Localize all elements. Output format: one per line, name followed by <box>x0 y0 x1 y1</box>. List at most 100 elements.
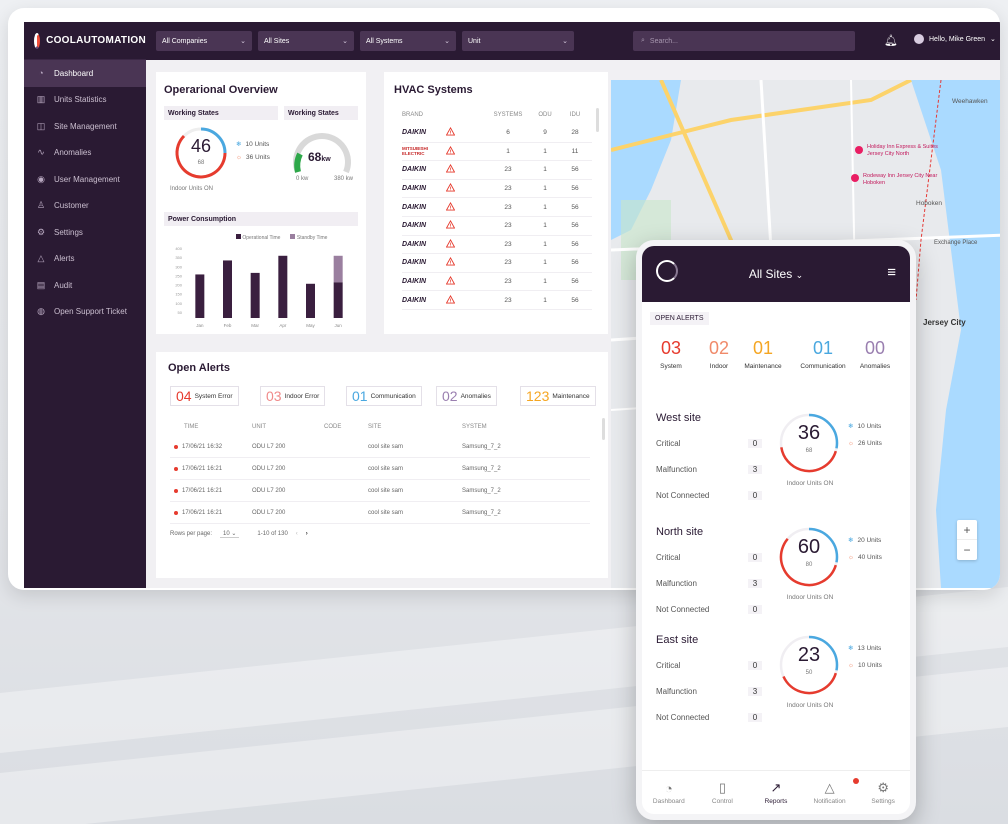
alert-site: cool site sam <box>368 465 404 472</box>
menu-icon[interactable]: ≡ <box>887 264 896 281</box>
row-label: Critical <box>656 552 681 562</box>
sidebar-item-user-management[interactable]: ◉ User Management <box>24 166 146 193</box>
tab-settings[interactable]: ⚙ Settings <box>858 780 908 805</box>
alert-chip[interactable]: 01 Communication <box>346 386 422 406</box>
notifications-bell-icon[interactable]: 🔔︎ <box>884 34 898 47</box>
table-row[interactable]: DAIKIN 23 1 56 <box>402 217 592 236</box>
critical-row: Critical 0 <box>656 434 766 452</box>
mobile-alert-count[interactable]: 02 Indoor <box>696 338 742 370</box>
warning-icon[interactable] <box>446 276 486 287</box>
table-row[interactable]: DAIKIN 23 1 56 <box>402 273 592 292</box>
prev-page-icon[interactable]: ‹ <box>296 531 298 537</box>
table-row[interactable]: DAIKIN 23 1 56 <box>402 254 592 273</box>
tab-dashboard[interactable]: ◔ Dashboard <box>644 781 694 805</box>
mobile-tab-bar: ◔ Dashboard ▯ Control ↗ Reports △ Notificati… <box>642 770 910 814</box>
sites-dropdown[interactable]: All Sites ⌄ <box>258 31 354 51</box>
bar-operational[interactable] <box>250 272 260 318</box>
bar-operational[interactable] <box>306 283 315 318</box>
mobile-alert-count[interactable]: 01 Maintenance <box>740 338 786 370</box>
table-row[interactable]: DAIKIN 23 1 56 <box>402 198 592 217</box>
warning-icon[interactable] <box>446 220 486 231</box>
warning-icon[interactable] <box>446 238 486 250</box>
site-selector[interactable]: All Sites ⌄ <box>642 267 910 281</box>
y-tick-label: 100 <box>175 301 182 306</box>
table-row[interactable]: MITSUBISHI ELECTRIC 1 1 11 <box>402 143 592 162</box>
zoom-out-button[interactable]: − <box>957 540 977 560</box>
table-row[interactable]: DAIKIN 23 1 56 <box>402 291 592 310</box>
bar-operational[interactable] <box>278 255 288 318</box>
rows-per-page-select[interactable]: 10 ⌄ <box>220 530 240 538</box>
bar-operational[interactable] <box>223 260 232 318</box>
scrollbar[interactable] <box>602 418 605 440</box>
alert-time: 17/06/21 16:32 <box>182 443 223 450</box>
tab-control[interactable]: ▯ Control <box>697 780 747 805</box>
search-input[interactable]: ⌕ Search... <box>633 31 855 51</box>
gauge-caption: Indoor Units ON <box>786 480 834 487</box>
warning-icon[interactable] <box>446 127 486 138</box>
zoom-in-button[interactable]: + <box>957 520 977 540</box>
site-card[interactable]: West site Critical 0 Malfunction 3 Not Connec… <box>648 408 904 508</box>
alert-chip[interactable]: 03 Indoor Error <box>260 386 326 406</box>
alert-chip[interactable]: 04 System Error <box>170 386 239 406</box>
systems-count: 23 <box>504 296 512 304</box>
sidebar-item-audit[interactable]: ▤ Audit <box>24 272 146 299</box>
dropdown-value: All Systems <box>366 37 403 45</box>
table-row[interactable]: 17/06/21 16:21 ODU L7 200 cool site sam Sam… <box>170 458 590 480</box>
warning-icon[interactable] <box>446 257 486 268</box>
snowflake-icon: ❄ <box>848 423 854 430</box>
site-card[interactable]: East site Critical 0 Malfunction 3 Not Connec… <box>648 630 904 730</box>
warning-icon[interactable] <box>446 201 486 213</box>
next-page-icon[interactable]: › <box>306 531 308 537</box>
warning-icon[interactable] <box>446 294 486 306</box>
sidebar-item-customer[interactable]: ♙ Customer <box>24 193 146 220</box>
table-row[interactable]: 17/06/21 16:21 ODU L7 200 cool site sam Sam… <box>170 480 590 502</box>
alert-site: cool site sam <box>368 443 404 450</box>
sidebar-item-settings[interactable]: ⚙ Settings <box>24 219 146 246</box>
table-row[interactable]: 17/06/21 16:32 ODU L7 200 cool site sam Sam… <box>170 436 590 458</box>
sidebar-item-label: User Management <box>54 174 120 184</box>
table-row[interactable]: DAIKIN 23 1 56 <box>402 236 592 255</box>
tab-notification[interactable]: △ Notification <box>805 778 859 805</box>
table-row[interactable]: DAIKIN 23 1 56 <box>402 180 592 199</box>
table-row[interactable]: 17/06/21 16:21 ODU L7 200 cool site sam Sam… <box>170 502 590 524</box>
systems-count: 23 <box>504 222 512 230</box>
user-menu[interactable]: Hello, Mike Green ⌄ <box>914 34 996 44</box>
table-row[interactable]: DAIKIN 23 1 56 <box>402 161 592 180</box>
bar-operational[interactable] <box>333 282 343 318</box>
odu-count: 1 <box>543 278 547 286</box>
systems-dropdown[interactable]: All Systems ⌄ <box>360 31 456 51</box>
scrollbar[interactable] <box>596 108 599 132</box>
companies-dropdown[interactable]: All Companies ⌄ <box>156 31 252 51</box>
bar-standby[interactable] <box>333 255 343 283</box>
tab-reports[interactable]: ↗ Reports <box>751 780 801 805</box>
odu-count: 1 <box>543 185 547 193</box>
sidebar-item-site-management[interactable]: ◫ Site Management <box>24 113 146 140</box>
sidebar-item-alerts[interactable]: △ Alerts <box>24 246 146 273</box>
mobile-alert-count[interactable]: 03 System <box>648 338 694 370</box>
card-title: Operarional Overview <box>164 84 278 96</box>
notification-badge <box>852 778 859 784</box>
site-card[interactable]: North site Critical 0 Malfunction 3 Not Conne… <box>648 522 904 622</box>
sidebar-item-units-statistics[interactable]: ▥ Units Statistics <box>24 87 146 114</box>
sidebar-item-dashboard[interactable]: ◔ Dashboard <box>24 60 146 87</box>
malfunction-row: Malfunction 3 <box>656 682 766 700</box>
alert-chip[interactable]: 02 Anomalies <box>436 386 497 406</box>
mobile-alert-count[interactable]: 01 Communication <box>794 338 852 370</box>
brand-logo[interactable]: COOLAUTOMATION <box>24 22 146 60</box>
y-tick-label: 200 <box>175 283 182 288</box>
sidebar-item-open-support-ticket[interactable]: ◍ Open Support Ticket <box>24 299 146 326</box>
alert-chip[interactable]: 123 Maintenance <box>520 386 596 406</box>
bar-operational[interactable] <box>195 274 205 318</box>
unit-dropdown[interactable]: Unit ⌄ <box>462 31 574 51</box>
warning-icon[interactable] <box>446 145 486 157</box>
warning-icon[interactable] <box>446 164 486 175</box>
table-row[interactable]: DAIKIN 6 9 28 <box>402 124 592 143</box>
warning-icon[interactable] <box>446 183 486 194</box>
critical-count: 0 <box>748 660 762 670</box>
sidebar-item-anomalies[interactable]: ∿ Anomalies <box>24 140 146 167</box>
chart-legend: Operational Time Standby Time <box>236 234 327 241</box>
tab-label: Notification <box>813 798 846 805</box>
count-value: 01 <box>812 338 834 358</box>
operational-overview-card: Operarional Overview Working States Work… <box>156 72 366 334</box>
mobile-alert-count[interactable]: 00 Anomalies <box>852 338 898 370</box>
